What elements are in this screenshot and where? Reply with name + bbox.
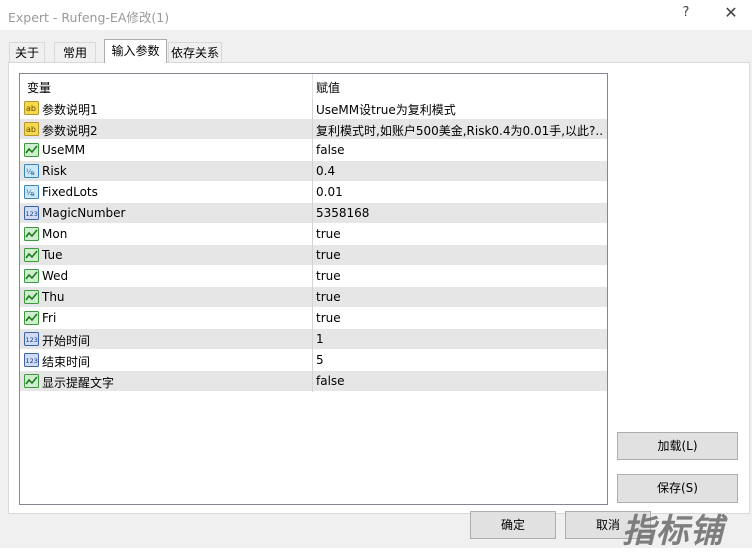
parameter-name: UseMM (42, 143, 86, 157)
column-header-value[interactable]: 赋值 (316, 79, 340, 96)
column-divider (312, 203, 313, 224)
parameter-value[interactable]: 复利模式时,如账户500美金,Risk0.4为0.01手,以此?.. (316, 122, 603, 139)
column-divider (312, 245, 313, 266)
column-divider (312, 287, 313, 308)
svg-text:123: 123 (26, 357, 38, 365)
table-row[interactable]: Thu true (20, 287, 607, 308)
string-ab-icon: ab (24, 122, 39, 136)
parameter-value[interactable]: 1 (316, 332, 324, 346)
table-row[interactable]: Tue true (20, 245, 607, 266)
parameter-value[interactable]: true (316, 290, 341, 304)
column-divider (312, 266, 313, 287)
parameter-name: 参数说明2 (42, 124, 98, 138)
close-icon[interactable]: ✕ (716, 3, 746, 22)
title-bar: Expert - Rufeng-EA修改(1) ? ✕ (0, 0, 752, 30)
parameter-value[interactable]: 5 (316, 353, 324, 367)
table-row[interactable]: 123 MagicNumber 5358168 (20, 203, 607, 224)
bool-icon (24, 290, 39, 304)
table-row[interactable]: ½ a Risk 0.4 (20, 161, 607, 182)
parameter-name: 结束时间 (42, 355, 91, 369)
table-row[interactable]: Wed true (20, 266, 607, 287)
int-123-icon: 123 (24, 332, 39, 346)
column-divider (312, 224, 313, 245)
tab-about[interactable]: 关于 (9, 42, 45, 62)
parameter-name: 开始时间 (42, 334, 91, 348)
table-row[interactable]: UseMM false (20, 140, 607, 161)
parameter-name: Risk (42, 164, 67, 178)
bool-icon (24, 311, 39, 325)
column-divider (312, 371, 313, 392)
svg-text:123: 123 (26, 336, 38, 344)
column-header-variable[interactable]: 变量 (27, 79, 51, 96)
table-row[interactable]: Fri true (20, 308, 607, 329)
parameter-value[interactable]: true (316, 311, 341, 325)
bool-icon (24, 248, 39, 262)
parameter-name: Tue (42, 248, 63, 262)
ok-button[interactable]: 确定 (470, 511, 556, 539)
svg-text:ab: ab (26, 125, 36, 134)
parameter-value[interactable]: 0.4 (316, 164, 335, 178)
int-123-icon: 123 (24, 353, 39, 367)
svg-text:123: 123 (26, 210, 38, 218)
table-row[interactable]: ab 参数说明2 复利模式时,如账户500美金,Risk0.4为0.01手,以此?.… (20, 119, 607, 140)
tab-inputs[interactable]: 输入参数 (104, 39, 167, 63)
table-row[interactable]: 123 结束时间 5 (20, 350, 607, 371)
bool-icon (24, 143, 39, 157)
parameter-value[interactable]: true (316, 269, 341, 283)
column-divider (312, 350, 313, 371)
column-divider[interactable] (312, 74, 313, 98)
parameters-grid[interactable]: 变量 赋值 ab 参数说明1 UseMM设true为复利模式 ab 参数说明2 复利模式时… (19, 73, 608, 505)
tab-common[interactable]: 常用 (54, 42, 96, 62)
parameter-value[interactable]: false (316, 143, 345, 157)
column-divider (312, 140, 313, 161)
table-row[interactable]: 123 开始时间 1 (20, 329, 607, 350)
double-icon: ½a (24, 185, 39, 199)
svg-text:a: a (31, 170, 35, 177)
window-title: Expert - Rufeng-EA修改(1) (8, 10, 170, 25)
svg-text:a: a (31, 191, 35, 198)
parameter-name: 显示提醒文字 (42, 376, 115, 390)
bool-icon (24, 374, 39, 388)
column-divider (312, 329, 313, 350)
load-button[interactable]: 加载(L) (617, 432, 738, 460)
save-button[interactable]: 保存(S) (617, 474, 738, 503)
parameter-name: FixedLots (42, 185, 98, 199)
table-row[interactable]: ab 参数说明1 UseMM设true为复利模式 (20, 98, 607, 119)
parameter-value[interactable]: true (316, 248, 341, 262)
parameter-name: Thu (42, 290, 65, 304)
parameter-value[interactable]: 5358168 (316, 206, 369, 220)
int-123-icon: 123 (24, 206, 39, 220)
column-divider (312, 308, 313, 329)
tab-dependencies[interactable]: 依存关系 (168, 42, 222, 62)
watermark-logo: 指标铺 (622, 511, 724, 550)
parameter-name: Fri (42, 311, 57, 325)
column-divider (312, 98, 313, 119)
svg-text:ab: ab (26, 104, 36, 113)
double-icon: ½a (24, 164, 39, 178)
table-row[interactable]: Mon true (20, 224, 607, 245)
parameter-name: Wed (42, 269, 69, 283)
column-divider (312, 119, 313, 140)
help-icon[interactable]: ? (676, 5, 696, 20)
table-row[interactable]: 显示提醒文字 false (20, 371, 607, 392)
bool-icon (24, 227, 39, 241)
string-ab-icon: ab (24, 101, 39, 115)
parameter-value[interactable]: false (316, 374, 345, 388)
table-row[interactable]: ½ a FixedLots 0.01 (20, 182, 607, 203)
parameter-name: 参数说明1 (42, 103, 98, 117)
bool-icon (24, 269, 39, 283)
column-divider (312, 182, 313, 203)
parameter-value[interactable]: UseMM设true为复利模式 (316, 101, 456, 118)
grid-header: 变量 赋值 (20, 74, 607, 98)
parameter-value[interactable]: true (316, 227, 341, 241)
parameter-name: Mon (42, 227, 68, 241)
parameter-name: MagicNumber (42, 206, 126, 220)
parameter-value[interactable]: 0.01 (316, 185, 343, 199)
column-divider (312, 161, 313, 182)
